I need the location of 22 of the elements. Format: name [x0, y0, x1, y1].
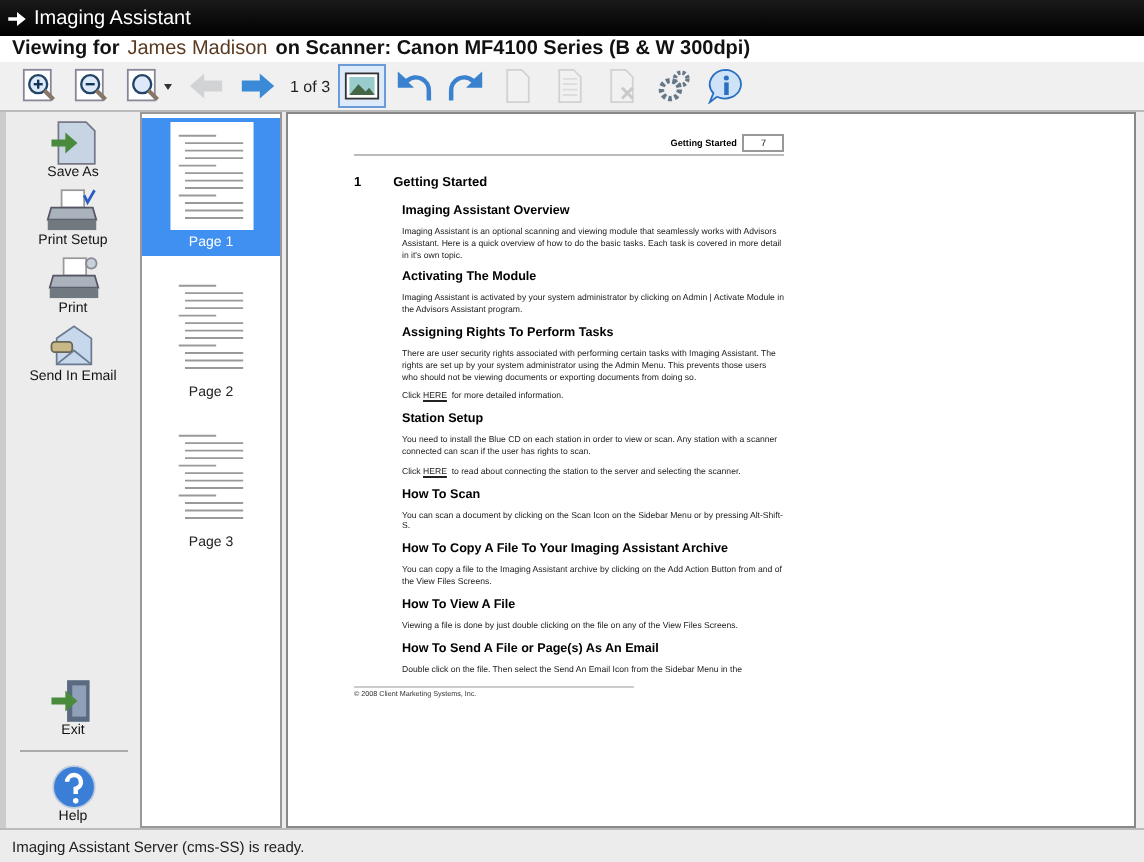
gears-icon: [656, 68, 693, 104]
image-button[interactable]: [338, 64, 387, 108]
magnifier-icon: [126, 68, 162, 104]
left-arrow-icon: [188, 68, 224, 104]
page-counter: 1 of 3: [288, 77, 333, 95]
help-icon: [47, 764, 99, 810]
app-icon: [8, 11, 26, 25]
right-arrow-icon: [240, 68, 276, 104]
magnifier-plus-icon: [22, 68, 58, 104]
rotate-right-icon: [448, 68, 485, 104]
viewing-label: Viewing for: [12, 38, 120, 60]
info-icon: [708, 68, 745, 104]
page-thumbnail-drawing: [169, 122, 253, 230]
scanner-label: on Scanner: Canon MF4100 Series (B & W 300dpi): [275, 38, 751, 60]
printer-icon: [47, 256, 99, 302]
user-name: James Madison: [127, 38, 268, 60]
printer-icon: [46, 188, 99, 234]
caret-icon: [164, 83, 172, 89]
rotate-left-icon: [396, 68, 433, 104]
window-title: Imaging Assistant: [34, 7, 191, 29]
magnifier-minus-icon: [74, 68, 110, 104]
image-icon: [344, 68, 381, 104]
